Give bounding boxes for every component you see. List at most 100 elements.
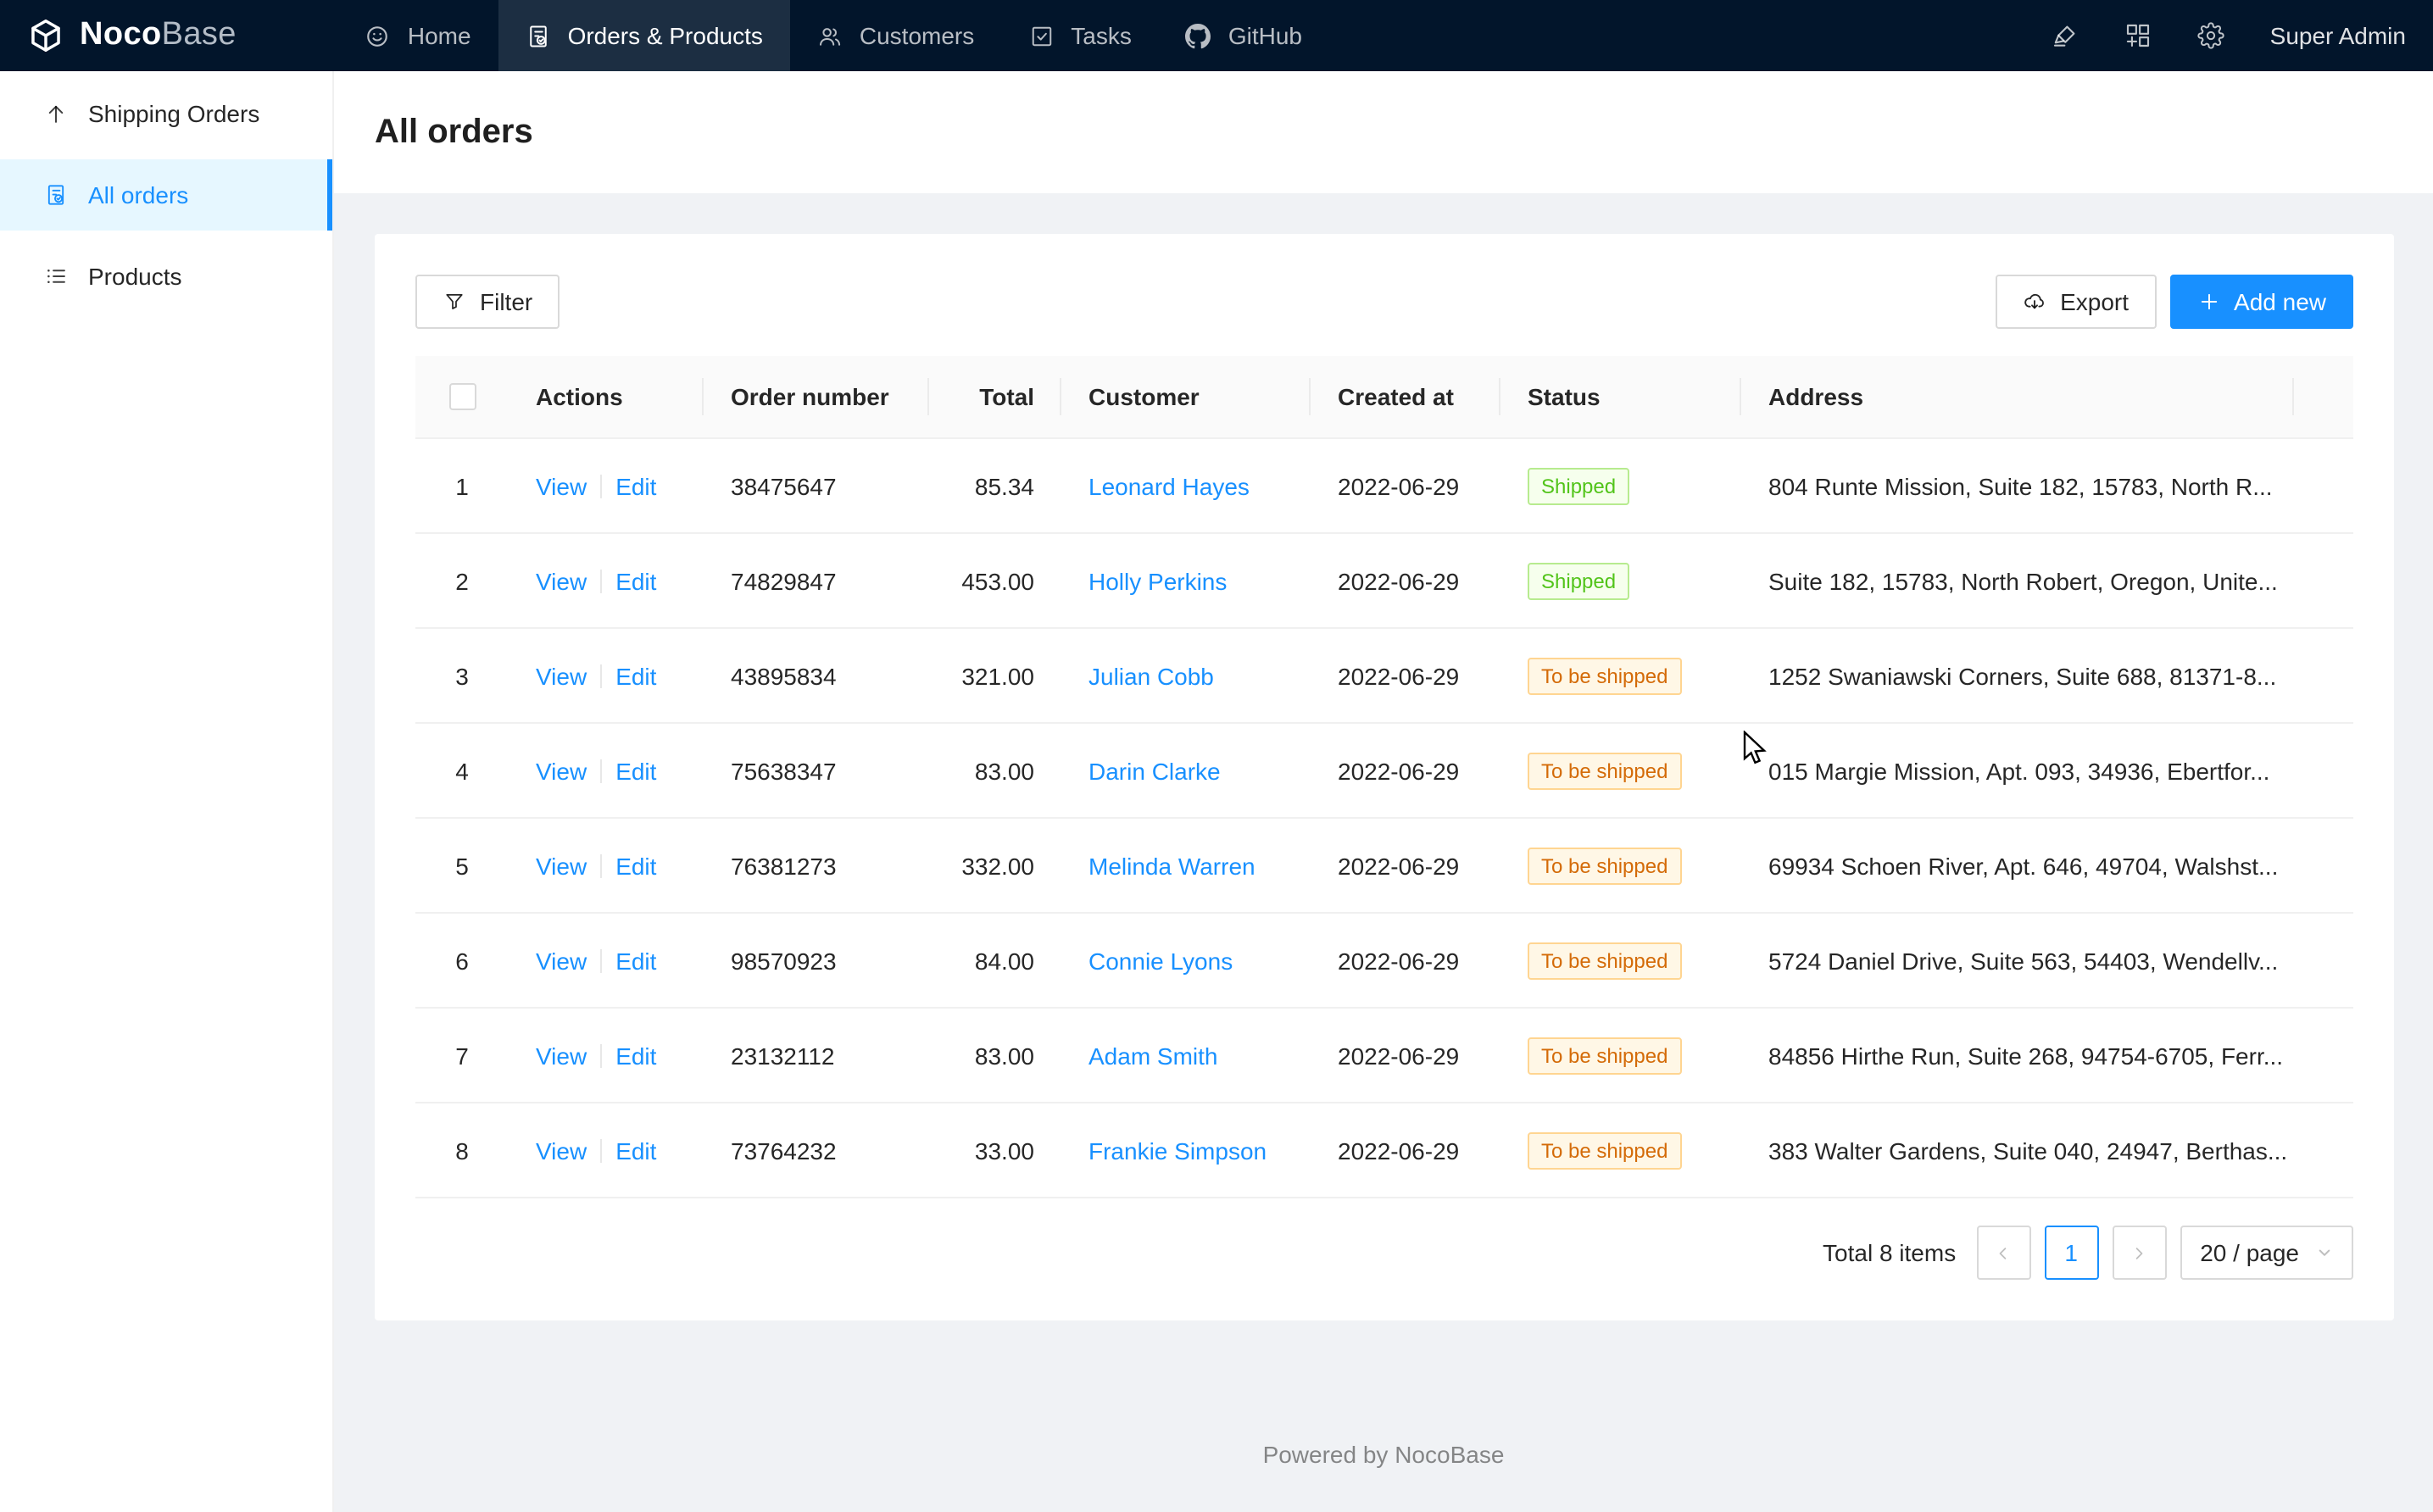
- select-all-checkbox[interactable]: [448, 383, 476, 410]
- edit-link[interactable]: Edit: [615, 852, 656, 879]
- cell-customer: Connie Lyons: [1061, 914, 1311, 1009]
- customer-link[interactable]: Connie Lyons: [1088, 947, 1233, 974]
- row-index: 5: [429, 852, 495, 879]
- edit-link[interactable]: Edit: [615, 567, 656, 594]
- edit-link[interactable]: Edit: [615, 472, 656, 499]
- view-link[interactable]: View: [536, 662, 587, 689]
- filter-button[interactable]: Filter: [415, 275, 560, 329]
- column-header-actions: Actions: [509, 356, 704, 439]
- customer-link[interactable]: Frankie Simpson: [1088, 1137, 1267, 1164]
- customer-link[interactable]: Julian Cobb: [1088, 662, 1214, 689]
- cell-status: Shipped: [1500, 534, 1741, 629]
- cell-actions: View Edit: [509, 1009, 704, 1103]
- actions-divider: [600, 474, 602, 498]
- column-header-created-at: Created at: [1311, 356, 1500, 439]
- customer-link[interactable]: Holly Perkins: [1088, 567, 1227, 594]
- add-new-button-label: Add new: [2234, 288, 2326, 315]
- nocobase-cube-icon: [27, 17, 64, 54]
- edit-link[interactable]: Edit: [615, 757, 656, 784]
- export-button[interactable]: Export: [1996, 275, 2156, 329]
- view-link[interactable]: View: [536, 947, 587, 974]
- cell-index: 7: [415, 1009, 509, 1103]
- edit-link[interactable]: Edit: [615, 947, 656, 974]
- sidebar-item-shipping-orders[interactable]: Shipping Orders: [0, 78, 332, 149]
- nav-item-github[interactable]: GitHub: [1159, 0, 1329, 71]
- main-menu: HomeOrders & Products Customers TasksGitHu…: [338, 0, 1329, 71]
- smile-icon: [365, 23, 391, 48]
- chevron-left-icon: [1994, 1243, 2013, 1262]
- sidebar-item-label: Shipping Orders: [88, 100, 259, 127]
- cell-total: 332.00: [929, 819, 1061, 914]
- cell-customer: Leonard Hayes: [1061, 439, 1311, 534]
- nav-item-customers[interactable]: Customers: [790, 0, 1001, 71]
- status-tag: To be shipped: [1528, 752, 1681, 789]
- column-header-filler: [2294, 356, 2353, 439]
- orders-table: ActionsOrder numberTotalCustomerCreated …: [415, 356, 2353, 1198]
- plus-icon: [2196, 290, 2220, 314]
- powered-by-text: Powered by NocoBase: [1263, 1441, 1505, 1468]
- cell-created-at: 2022-06-29: [1311, 1103, 1500, 1198]
- cell-index: 4: [415, 724, 509, 819]
- customer-link[interactable]: Adam Smith: [1088, 1042, 1218, 1069]
- user-menu[interactable]: Super Admin: [2270, 22, 2406, 49]
- cell-actions: View Edit: [509, 534, 704, 629]
- table-row: 3ViewEdit43895834321.00Julian Cobb2022-0…: [415, 629, 2353, 724]
- add-new-button[interactable]: Add new: [2169, 275, 2353, 329]
- cell-filler: [2294, 1009, 2353, 1103]
- gear-icon[interactable]: [2197, 22, 2224, 49]
- page-number-button[interactable]: 1: [2044, 1226, 2098, 1280]
- cell-total: 85.34: [929, 439, 1061, 534]
- cell-index: 6: [415, 914, 509, 1009]
- footer: Powered by NocoBase: [334, 1404, 2433, 1512]
- cell-order-number: 76381273: [704, 819, 929, 914]
- cell-filler: [2294, 534, 2353, 629]
- status-tag: To be shipped: [1528, 847, 1681, 884]
- nav-item-label: Customers: [860, 22, 974, 49]
- view-link[interactable]: View: [536, 852, 587, 879]
- cell-status: Shipped: [1500, 439, 1741, 534]
- edit-link[interactable]: Edit: [615, 662, 656, 689]
- cell-customer: Holly Perkins: [1061, 534, 1311, 629]
- cell-status: To be shipped: [1500, 629, 1741, 724]
- cell-address: 015 Margie Mission, Apt. 093, 34936, Ebe…: [1741, 724, 2294, 819]
- cell-status: To be shipped: [1500, 724, 1741, 819]
- cell-created-at: 2022-06-29: [1311, 724, 1500, 819]
- row-index: 1: [429, 472, 495, 499]
- page-content: Filter Export: [334, 193, 2433, 1404]
- view-link[interactable]: View: [536, 567, 587, 594]
- view-link[interactable]: View: [536, 757, 587, 784]
- column-header-address: Address: [1741, 356, 2294, 439]
- row-index: 6: [429, 947, 495, 974]
- highlight-icon[interactable]: [2052, 22, 2079, 49]
- view-link[interactable]: View: [536, 472, 587, 499]
- cell-actions: View Edit: [509, 914, 704, 1009]
- cell-created-at: 2022-06-29: [1311, 819, 1500, 914]
- customer-link[interactable]: Darin Clarke: [1088, 757, 1221, 784]
- cell-created-at: 2022-06-29: [1311, 534, 1500, 629]
- nocobase-logo[interactable]: NocoBase: [27, 17, 237, 54]
- sidebar-item-products[interactable]: Products: [0, 241, 332, 312]
- nav-item-orders-products[interactable]: Orders & Products: [498, 0, 790, 71]
- nav-item-home[interactable]: Home: [338, 0, 498, 71]
- orders-card: Filter Export: [375, 234, 2394, 1320]
- column-header-customer: Customer: [1061, 356, 1311, 439]
- blocks-icon[interactable]: [2124, 22, 2152, 49]
- edit-link[interactable]: Edit: [615, 1137, 656, 1164]
- edit-link[interactable]: Edit: [615, 1042, 656, 1069]
- customer-link[interactable]: Melinda Warren: [1088, 852, 1255, 879]
- prev-page-button[interactable]: [1976, 1226, 2030, 1280]
- customer-link[interactable]: Leonard Hayes: [1088, 472, 1250, 499]
- team-icon: [817, 23, 843, 48]
- nav-item-tasks[interactable]: Tasks: [1001, 0, 1159, 71]
- row-index: 2: [429, 567, 495, 594]
- page-size-select[interactable]: 20 / page: [2180, 1226, 2353, 1280]
- next-page-button[interactable]: [2112, 1226, 2166, 1280]
- view-link[interactable]: View: [536, 1042, 587, 1069]
- cell-filler: [2294, 724, 2353, 819]
- row-index: 3: [429, 662, 495, 689]
- table-row: 1ViewEdit3847564785.34Leonard Hayes2022-…: [415, 439, 2353, 534]
- cell-created-at: 2022-06-29: [1311, 914, 1500, 1009]
- view-link[interactable]: View: [536, 1137, 587, 1164]
- sidebar-item-all-orders[interactable]: All orders: [0, 159, 332, 231]
- cell-order-number: 43895834: [704, 629, 929, 724]
